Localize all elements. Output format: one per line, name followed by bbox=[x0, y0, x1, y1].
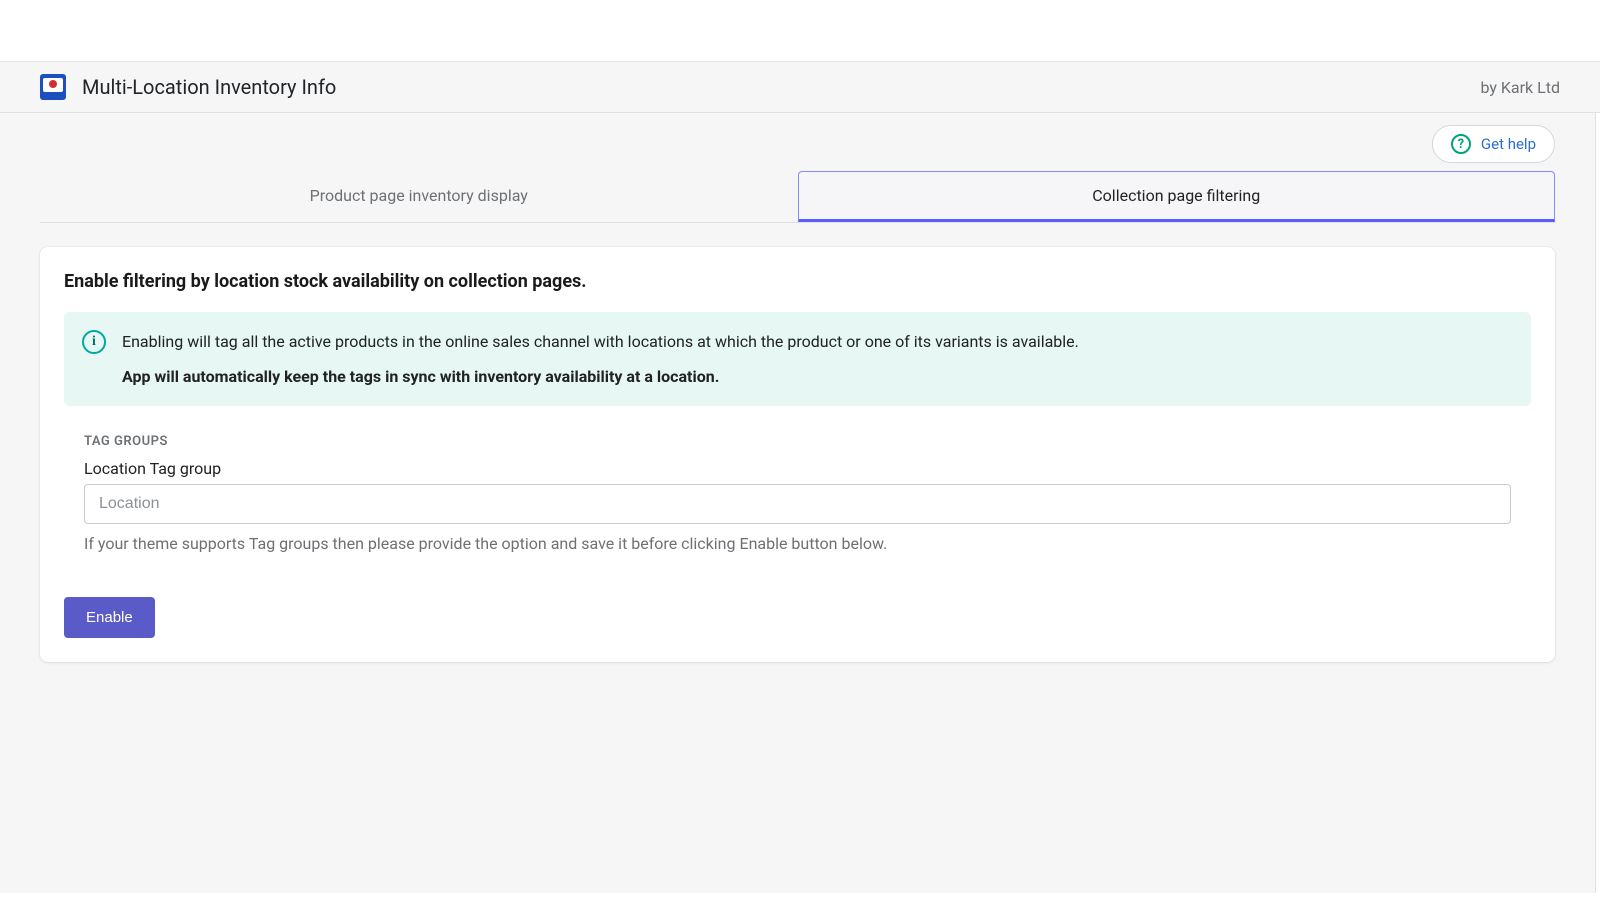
location-tag-group-label: Location Tag group bbox=[84, 459, 1511, 478]
tab-label: Product page inventory display bbox=[310, 186, 528, 205]
enable-button[interactable]: Enable bbox=[64, 597, 155, 638]
app-title: Multi-Location Inventory Info bbox=[82, 75, 336, 99]
form-section: TAG GROUPS Location Tag group If your th… bbox=[64, 434, 1531, 553]
page-body: ? Get help Product page inventory displa… bbox=[0, 113, 1596, 893]
tag-groups-label: TAG GROUPS bbox=[84, 434, 1511, 449]
vendor-label: by Kark Ltd bbox=[1480, 78, 1560, 97]
info-line-2: App will automatically keep the tags in … bbox=[122, 363, 1079, 390]
question-icon: ? bbox=[1451, 134, 1471, 154]
location-tag-group-input[interactable] bbox=[84, 484, 1511, 524]
info-text: Enabling will tag all the active product… bbox=[122, 328, 1079, 390]
get-help-label: Get help bbox=[1481, 135, 1536, 153]
app-logo-icon bbox=[40, 74, 66, 100]
tab-collection-page-filtering[interactable]: Collection page filtering bbox=[798, 171, 1556, 222]
app-header: Multi-Location Inventory Info by Kark Lt… bbox=[0, 62, 1600, 113]
info-line-1: Enabling will tag all the active product… bbox=[122, 332, 1079, 351]
header-left: Multi-Location Inventory Info bbox=[40, 74, 336, 100]
get-help-button[interactable]: ? Get help bbox=[1432, 125, 1555, 163]
location-tag-group-helper: If your theme supports Tag groups then p… bbox=[84, 534, 1511, 553]
tab-product-page-inventory[interactable]: Product page inventory display bbox=[40, 171, 798, 222]
info-banner: i Enabling will tag all the active produ… bbox=[64, 312, 1531, 406]
info-icon: i bbox=[82, 330, 106, 354]
settings-card: Enable filtering by location stock avail… bbox=[40, 247, 1555, 662]
help-row: ? Get help bbox=[0, 113, 1595, 171]
enable-button-label: Enable bbox=[86, 609, 133, 626]
tabs: Product page inventory display Collectio… bbox=[40, 171, 1555, 223]
tab-label: Collection page filtering bbox=[1092, 186, 1260, 205]
browser-blank-area bbox=[0, 0, 1600, 62]
section-title: Enable filtering by location stock avail… bbox=[64, 271, 1531, 292]
